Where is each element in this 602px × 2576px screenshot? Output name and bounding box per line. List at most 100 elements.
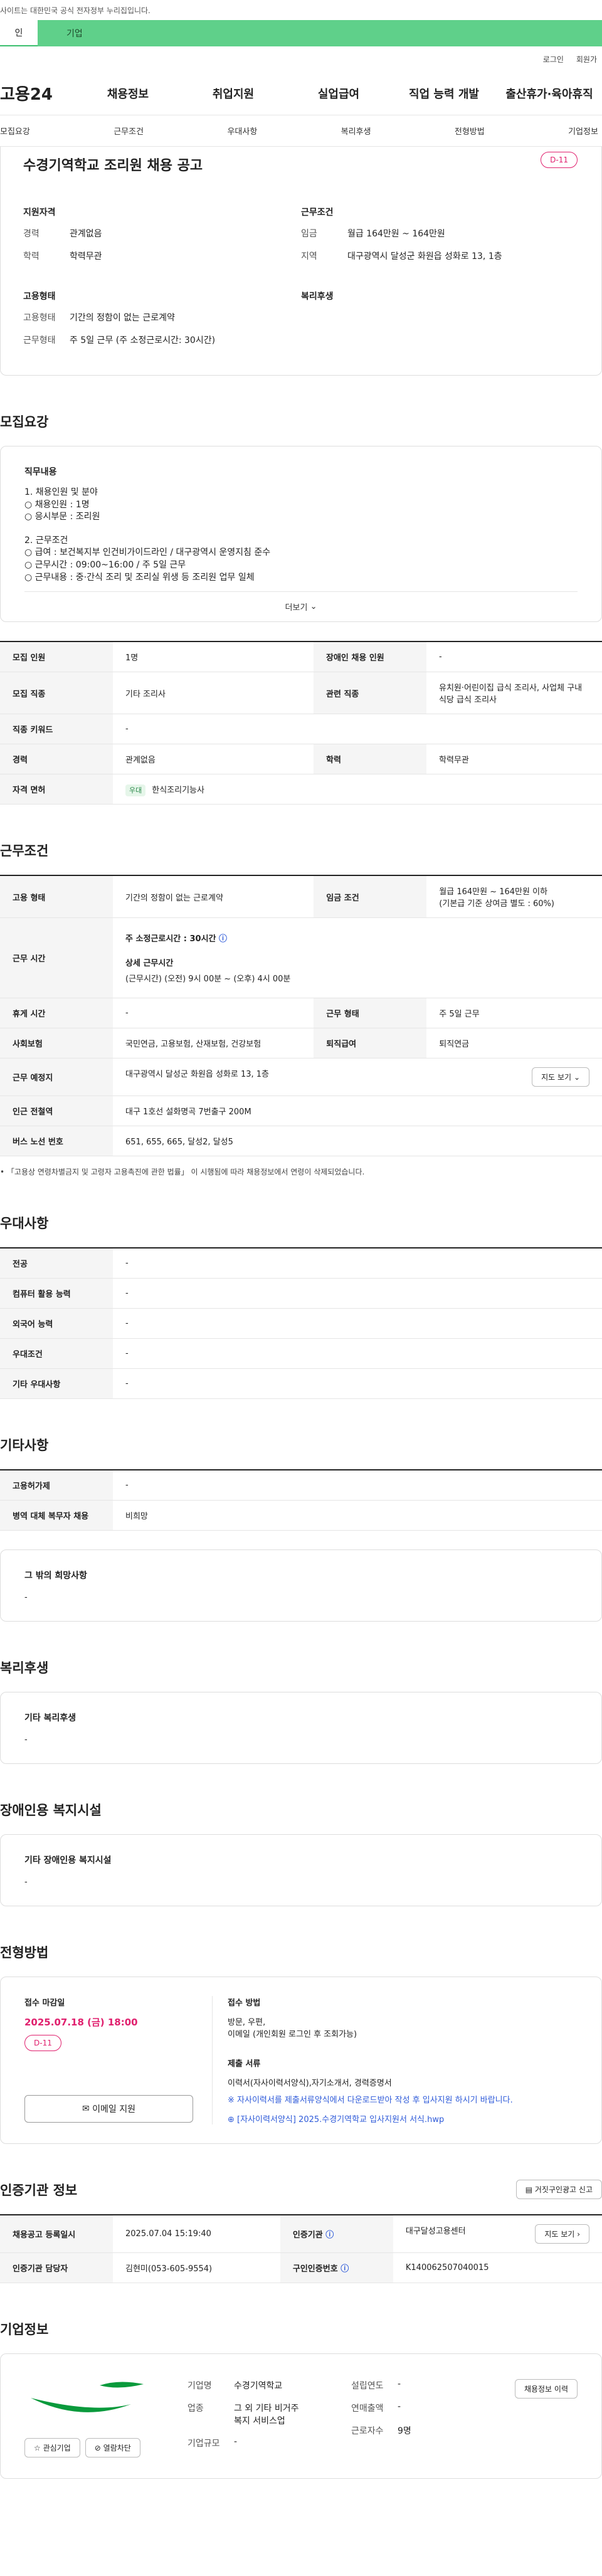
license-value: 한식조리기능사	[152, 786, 204, 796]
cell-value: 퇴직연금	[426, 1028, 602, 1059]
nav-jobs[interactable]: 채용정보	[75, 85, 181, 102]
more-label: 더보기	[285, 603, 308, 613]
table-row: 채용공고 등록일시 2025.07.04 15:19:40 인증기관 ⓘ 대구달성…	[0, 2215, 602, 2254]
block-view-button[interactable]: ⊘ 열람차단	[85, 2438, 140, 2458]
anchor-preference[interactable]: 우대사항	[227, 125, 257, 137]
cell-label: 병역 대체 복무자 채용	[0, 1500, 113, 1531]
detail-hours-value: (근무시간) (오전) 9시 00분 ~ (오후) 4시 00분	[125, 974, 291, 984]
mail-icon: ✉	[82, 2104, 90, 2114]
more-button[interactable]: 더보기 ⌄	[24, 591, 578, 621]
method-label: 접수 방법	[228, 1998, 261, 2009]
table-row: 휴게 시간 - 근무 형태 주 5일 근무	[0, 998, 602, 1029]
nav-employment-support[interactable]: 취업지원	[181, 85, 286, 102]
conditions-table: 고용 형태 기간의 정함이 없는 근로계약 임금 조건 월급 164만원 ~ 16…	[0, 875, 602, 1157]
agency-section-title: 인증기관 정보	[0, 2183, 78, 2199]
worktype-value: 주 5일 근무 (주 소정근로시간: 30시간)	[70, 335, 216, 346]
method-value: 방문, 우편,	[228, 2018, 266, 2028]
employment-heading: 고용형태	[23, 292, 56, 302]
table-row: 모집 인원 1명 장애인 채용 인원 -	[0, 641, 602, 673]
emptype-value: 기간의 정함이 없는 근로계약	[70, 313, 175, 323]
preferred-badge: 우대	[125, 784, 146, 797]
cell-label: 근무 예정지	[0, 1058, 113, 1097]
site-logo[interactable]: 고용24	[0, 82, 75, 105]
recruit-history-button[interactable]: 채용정보 이력	[514, 2379, 578, 2399]
cell-value: -	[113, 1278, 602, 1309]
wage-line: 월급 164만원 ~ 164만원 이하	[439, 887, 548, 897]
job-title: 수경기역학교 조리원 채용 공고	[23, 158, 203, 174]
facility-section-title: 장애인용 복지시설	[0, 1803, 102, 1819]
cell-value: 기타 조리사	[113, 672, 314, 715]
cell-value: -	[113, 1308, 602, 1339]
company-box: ☆ 관심기업 ⊘ 열람차단 기업명 수경기역학교 업종 그 외 기타 비거주 복지 서…	[0, 2353, 602, 2479]
favorite-company-button[interactable]: ☆ 관심기업	[24, 2438, 80, 2458]
tab-personal[interactable]: 인	[0, 20, 38, 46]
table-row: 기타 우대사항 -	[0, 1368, 602, 1400]
cell-label: 근무 시간	[0, 917, 113, 999]
tab-company[interactable]: 기업	[38, 20, 602, 46]
favorite-label: 관심기업	[43, 2444, 71, 2453]
anchor-conditions[interactable]: 근무조건	[114, 125, 144, 137]
attachment-name: [자사이력서양식] 2025.수경기역학교 입사지원서 서식.hwp	[237, 2115, 445, 2125]
detail-hours-heading: 상세 근무시간	[125, 959, 174, 969]
org-label: 인증기관	[292, 2230, 323, 2241]
table-row: 고용허가제 -	[0, 1470, 602, 1501]
welfare-box: 기타 복리후생 -	[0, 1692, 602, 1765]
anchor-company[interactable]: 기업정보	[568, 125, 598, 137]
table-row: 자격 면허 우대 한식조리기능사	[0, 774, 602, 805]
job-line: ○ 응시부문 : 조리원	[24, 512, 100, 522]
etc-table: 고용허가제 - 병역 대체 복무자 채용 비희망	[0, 1469, 602, 1531]
member-tabs: 인 기업	[0, 20, 602, 46]
cell-value: 우대 한식조리기능사	[113, 774, 602, 805]
cell-value: 주 5일 근무	[426, 998, 602, 1029]
map-button[interactable]: 지도 보기 ⌄	[532, 1067, 589, 1087]
table-row: 인근 전철역 대구 1호선 설화명곡 7번출구 200M	[0, 1095, 602, 1127]
nav-parental-leave[interactable]: 출산휴가·육아휴직	[497, 85, 602, 102]
emptype-label: 고용형태	[23, 313, 56, 323]
anchor-process[interactable]: 전형방법	[455, 125, 485, 137]
anchor-recruit[interactable]: 모집요강	[0, 125, 30, 137]
job-description-heading: 직무내용	[24, 467, 57, 477]
nav-job-training[interactable]: 직업 능력 개발	[391, 85, 497, 102]
industry-value: 그 외 기타 비거주 복지 서비스업	[234, 2402, 299, 2427]
cell-value: 대구광역시 달성군 화원읍 성화로 13, 1층 지도 보기 ⌄	[113, 1058, 602, 1097]
job-line: ○ 근무시간 : 09:00~16:00 / 주 5일 근무	[24, 559, 186, 570]
cell-label: 관련 직종	[314, 672, 426, 715]
agency-map-button[interactable]: 지도 보기 ›	[535, 2224, 589, 2244]
cell-value: 651, 655, 665, 달성2, 달성5	[113, 1126, 602, 1157]
job-description-box: 직무내용 1. 채용인원 및 분야 ○ 채용인원 : 1명 ○ 응시부문 : 조…	[0, 446, 602, 623]
sales-value: -	[397, 2402, 401, 2412]
cell-value: 1명	[113, 641, 314, 673]
table-row: 근무 예정지 대구광역시 달성군 화원읍 성화로 13, 1층 지도 보기 ⌄	[0, 1058, 602, 1097]
attachment-link[interactable]: ⊕ [자사이력서양식] 2025.수경기역학교 입사지원서 서식.hwp	[228, 2113, 578, 2125]
anchor-welfare[interactable]: 복리후생	[341, 125, 371, 137]
info-icon[interactable]: ⓘ	[325, 2230, 334, 2240]
job-line	[24, 524, 578, 535]
industry-label: 업종	[187, 2404, 204, 2414]
industry-line: 복지 서비스업	[234, 2416, 285, 2427]
cell-value: -	[113, 1368, 602, 1400]
login-link[interactable]: 로그인	[543, 54, 564, 65]
cell-value: 주 소정근로시간 : 30시간 ⓘ 상세 근무시간 (근무시간) (오전) 9시…	[113, 917, 602, 999]
cell-value: -	[113, 1338, 602, 1370]
welfare-section-title: 복리후생	[0, 1660, 49, 1676]
cell-value: 대구달성고용센터 지도 보기 ›	[393, 2215, 602, 2254]
nav-unemployment-benefit[interactable]: 실업급여	[286, 85, 391, 102]
facility-box-heading: 기타 장애인용 복지시설	[24, 1855, 112, 1866]
table-row: 컴퓨터 활용 능력 -	[0, 1278, 602, 1309]
company-name-label: 기업명	[187, 2381, 212, 2392]
info-icon[interactable]: ⓘ	[219, 934, 227, 944]
join-link[interactable]: 회원가	[576, 54, 597, 65]
email-apply-button[interactable]: ✉ 이메일 지원	[24, 2095, 193, 2123]
cert-id-label: 구인인증번호	[292, 2264, 338, 2274]
table-row: 경력 관계없음 학력 학력무관	[0, 744, 602, 775]
info-icon[interactable]: ⓘ	[341, 2264, 349, 2274]
report-false-ad-button[interactable]: ▤ 거짓구인광고 신고	[515, 2180, 602, 2200]
cell-label: 인증기관 담당자	[0, 2252, 113, 2284]
cell-label: 자격 면허	[0, 774, 113, 805]
chevron-down-icon: ⌄	[573, 1073, 580, 1082]
recruit-section-title: 모집요강	[0, 414, 49, 430]
deadline-label: 접수 마감일	[24, 1998, 65, 2009]
founded-value: -	[397, 2379, 401, 2390]
cell-label: 휴게 시간	[0, 998, 113, 1029]
founded-label: 설립연도	[351, 2381, 384, 2392]
